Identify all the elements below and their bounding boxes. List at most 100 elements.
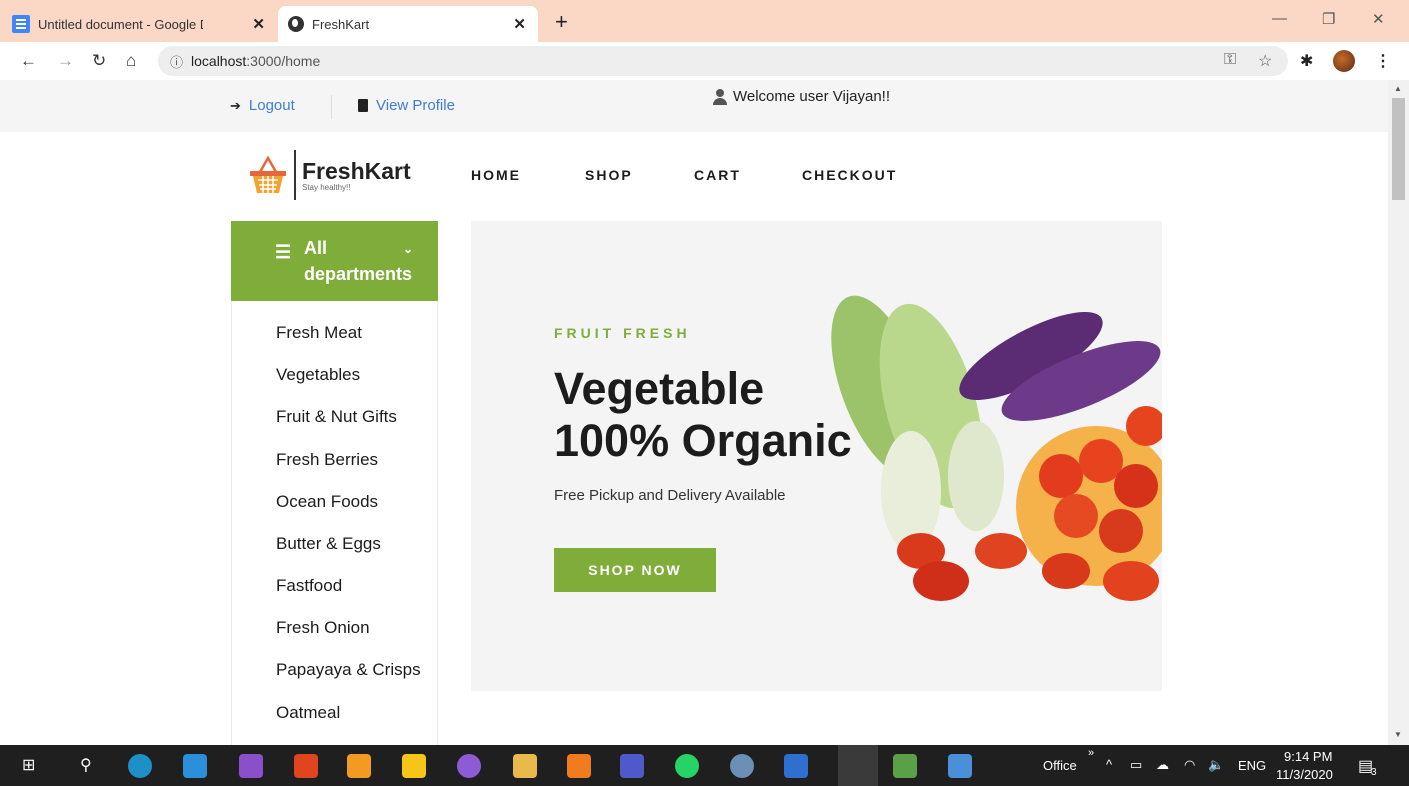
key-icon[interactable]: ⚿ — [1224, 51, 1236, 69]
department-item[interactable]: Fresh Meat — [276, 323, 362, 343]
menu-icon[interactable]: ⋮ — [1375, 51, 1391, 71]
minimize-icon[interactable]: — — [1272, 10, 1287, 27]
department-item[interactable]: Ocean Foods — [276, 492, 378, 512]
hero-description: Free Pickup and Delivery Available — [554, 487, 786, 504]
windows-taskbar: ⊞ ⚲ Office » ^ ▭ ☁ ◠ 🔈 ENG 9:14 PM 11/3/… — [0, 745, 1409, 786]
app-icon[interactable] — [784, 754, 808, 778]
battery-icon[interactable]: ▭ — [1130, 757, 1142, 773]
nav-home[interactable]: HOME — [471, 167, 521, 183]
hero-title-line-1: Vegetable — [554, 363, 765, 414]
logo[interactable]: FreshKart Stay healthy!! — [248, 150, 411, 200]
hero-title: Vegetable 100% Organic — [554, 363, 874, 467]
back-icon[interactable]: ← — [20, 51, 37, 71]
user-icon — [712, 88, 728, 105]
toolbar-expand-icon[interactable]: » — [1088, 747, 1094, 759]
forward-icon[interactable]: → — [57, 51, 74, 71]
star-icon[interactable]: ☆ — [1258, 51, 1272, 71]
info-icon[interactable]: ⓘ — [170, 52, 183, 71]
department-item[interactable]: Fresh Onion — [276, 618, 370, 638]
cloud-icon[interactable]: ☁ — [1156, 757, 1169, 773]
url-input[interactable]: ⓘ localhost:3000/home — [158, 46, 1288, 76]
nav-checkout[interactable]: CHECKOUT — [802, 167, 897, 183]
avatar[interactable] — [1333, 50, 1355, 72]
department-item[interactable]: Oatmeal — [276, 703, 340, 723]
office-label[interactable]: Office — [1043, 758, 1077, 773]
app-icon[interactable] — [948, 754, 972, 778]
url-host: localhost — [191, 53, 247, 69]
browser-tab-bar: Untitled document - Google Doc ✕ FreshKa… — [0, 0, 1409, 42]
file-explorer-icon[interactable] — [513, 754, 537, 778]
view-profile-link[interactable]: View Profile — [358, 97, 455, 114]
all-departments-toggle[interactable]: ☰ All departments ⌄ — [231, 221, 438, 301]
top-strip: ➔ Logout View Profile Welcome user Vijay… — [0, 80, 1388, 132]
close-icon[interactable]: ✕ — [513, 15, 526, 33]
restore-icon[interactable]: ❐ — [1322, 10, 1335, 28]
nav-shop[interactable]: SHOP — [585, 167, 633, 183]
scroll-down-icon[interactable]: ▼ — [1394, 730, 1402, 739]
welcome-message: Welcome user Vijayan!! — [712, 88, 890, 105]
office-icon[interactable] — [294, 754, 318, 778]
sticky-notes-icon[interactable] — [402, 754, 426, 778]
page-scrollbar[interactable]: ▲ ▼ — [1388, 80, 1409, 745]
logout-link[interactable]: ➔ Logout — [230, 97, 295, 114]
id-card-icon — [358, 99, 368, 112]
clock-time[interactable]: 9:14 PM — [1284, 749, 1332, 764]
logo-tagline: Stay healthy!! — [302, 182, 351, 192]
department-item[interactable]: Vegetables — [276, 365, 360, 385]
logout-label: Logout — [248, 97, 295, 114]
scroll-up-icon[interactable]: ▲ — [1394, 84, 1402, 93]
divider — [331, 95, 332, 119]
globe-icon — [288, 16, 304, 32]
menu-icon: ☰ — [275, 242, 292, 262]
department-item[interactable]: Papayaya & Crisps — [276, 660, 421, 680]
whatsapp-icon[interactable] — [675, 754, 699, 778]
wifi-icon[interactable]: ◠ — [1184, 757, 1195, 773]
hero-title-line-2: 100% Organic — [554, 415, 852, 466]
app-icon[interactable] — [347, 754, 371, 778]
tray-chevron-icon[interactable]: ^ — [1106, 757, 1112, 772]
github-icon[interactable] — [457, 754, 481, 778]
chrome-active-icon[interactable] — [838, 745, 878, 786]
sublime-icon[interactable] — [567, 754, 591, 778]
notification-count: 3 — [1371, 767, 1377, 778]
departments-title: All departments — [304, 238, 413, 284]
vscode-icon[interactable] — [183, 754, 207, 778]
windows-start-icon[interactable]: ⊞ — [22, 755, 35, 775]
department-item[interactable]: Fresh Berries — [276, 450, 378, 470]
view-profile-label: View Profile — [376, 97, 455, 114]
department-item[interactable]: Fastfood — [276, 576, 342, 596]
tab-title: FreshKart — [312, 16, 370, 32]
sign-out-icon: ➔ — [230, 97, 241, 113]
nav-cart[interactable]: CART — [694, 167, 741, 183]
teams-icon[interactable] — [620, 754, 644, 778]
scrollbar-thumb[interactable] — [1392, 98, 1405, 200]
chevron-down-icon: ⌄ — [402, 242, 413, 256]
reload-icon[interactable]: ↻ — [92, 51, 106, 71]
r-icon[interactable] — [730, 754, 754, 778]
extensions-icon[interactable]: ✱ — [1300, 51, 1313, 71]
url-path: :3000/home — [246, 53, 321, 69]
close-window-icon[interactable]: ✕ — [1372, 10, 1385, 28]
department-item[interactable]: Butter & Eggs — [276, 534, 381, 554]
visual-studio-icon[interactable] — [239, 754, 263, 778]
volume-icon[interactable]: 🔈 — [1208, 757, 1224, 773]
new-tab-button[interactable]: + — [555, 9, 568, 35]
welcome-text: Welcome user Vijayan!! — [733, 88, 891, 105]
edge-icon[interactable] — [128, 754, 152, 778]
departments-list: Fresh Meat Vegetables Fruit & Nut Gifts … — [231, 301, 438, 745]
google-docs-icon — [12, 15, 30, 33]
clock-date[interactable]: 11/3/2020 — [1276, 767, 1333, 782]
language-indicator[interactable]: ENG — [1238, 758, 1266, 773]
address-bar: ← → ↻ ⌂ ⓘ localhost:3000/home ⚿ ☆ ✱ ⋮ — [0, 42, 1409, 80]
home-icon[interactable]: ⌂ — [126, 51, 136, 71]
tab-google-docs[interactable]: Untitled document - Google Doc ✕ — [12, 6, 277, 42]
tab-freshkart[interactable]: FreshKart ✕ — [278, 6, 538, 42]
app-icon[interactable] — [893, 754, 917, 778]
page: ➔ Logout View Profile Welcome user Vijay… — [0, 80, 1388, 745]
department-item[interactable]: Fruit & Nut Gifts — [276, 407, 397, 427]
search-icon[interactable]: ⚲ — [80, 755, 92, 775]
shop-now-button[interactable]: SHOP NOW — [554, 548, 716, 592]
tab-title: Untitled document - Google Doc — [38, 16, 203, 32]
close-icon[interactable]: ✕ — [252, 15, 265, 33]
hero-banner: FRUIT FRESH Vegetable 100% Organic Free … — [471, 221, 1162, 691]
